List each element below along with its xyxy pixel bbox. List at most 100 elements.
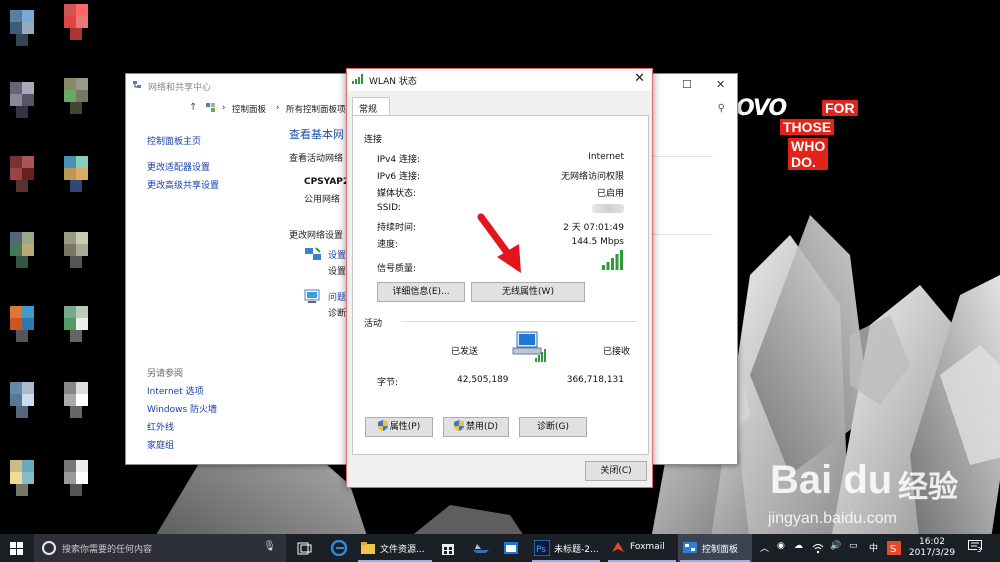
breadcrumb-sep-icon: › xyxy=(222,103,226,113)
qq-icon[interactable]: ◉ xyxy=(777,541,785,562)
desktop-icon[interactable] xyxy=(64,306,98,342)
up-arrow-icon[interactable]: ↑ xyxy=(189,102,197,113)
close-button[interactable]: 关闭(C) xyxy=(585,461,647,481)
edge-browser-icon[interactable] xyxy=(331,540,347,556)
connection-heading: 连接 xyxy=(364,135,383,145)
volume-icon[interactable]: 🔊 xyxy=(830,541,841,562)
search-icon[interactable]: ⚲ xyxy=(718,103,725,114)
see-also-heading: 另请参阅 xyxy=(147,369,184,379)
details-button[interactable]: 详细信息(E)... xyxy=(377,282,465,302)
taskbar-photoshop[interactable]: Ps 未标题-2... xyxy=(530,534,602,562)
cp-title: 网络和共享中心 xyxy=(148,83,212,93)
clock-time: 16:02 xyxy=(919,537,945,547)
see-also-internet-options[interactable]: Internet 选项 xyxy=(147,384,204,397)
windows-start-icon[interactable] xyxy=(10,542,23,555)
control-panel-icon xyxy=(683,542,697,553)
setup-connection-link[interactable]: 设置 xyxy=(328,248,346,261)
taskbar-search-box[interactable]: 搜索你需要的任何内容 🎙 xyxy=(34,534,286,562)
desktop-icon[interactable] xyxy=(64,4,98,40)
divider xyxy=(651,234,713,235)
maximize-icon[interactable]: ☐ xyxy=(682,78,692,91)
notification-count: 3 xyxy=(977,546,982,554)
desktop-icon[interactable] xyxy=(64,78,98,114)
cortana-icon[interactable] xyxy=(42,541,56,555)
see-also-infrared[interactable]: 红外线 xyxy=(147,420,174,433)
ship-app-icon[interactable] xyxy=(472,542,490,554)
desktop-icon[interactable] xyxy=(64,460,98,496)
task-view-icon[interactable] xyxy=(297,542,313,555)
media-state-value: 已启用 xyxy=(596,189,624,199)
desktop-icon[interactable] xyxy=(10,156,44,192)
sogou-ime-icon[interactable]: S xyxy=(887,541,901,555)
setup-connection-desc: 设置 xyxy=(328,267,347,277)
input-method-switch-icon[interactable]: ▭ xyxy=(849,541,858,562)
desktop-icon[interactable] xyxy=(10,232,44,268)
disable-button[interactable]: 禁用(D) xyxy=(443,417,509,437)
breadcrumb-sep-icon: › xyxy=(276,103,280,113)
close-icon[interactable]: ✕ xyxy=(634,71,645,86)
troubleshoot-desc: 诊断 xyxy=(328,309,347,319)
network-icon xyxy=(133,81,141,88)
desktop-icon[interactable] xyxy=(64,232,98,268)
nav-cp-home[interactable]: 控制面板主页 xyxy=(147,134,201,147)
speed-label: 速度: xyxy=(377,240,399,250)
ime-indicator[interactable]: 中 xyxy=(869,541,878,562)
bytes-sent-value: 42,505,189 xyxy=(457,375,509,385)
setup-connection-icon xyxy=(305,247,321,260)
ipv6-label: IPv6 连接: xyxy=(377,172,421,182)
troubleshoot-link[interactable]: 问题 xyxy=(328,290,346,303)
breadcrumb-all-items[interactable]: 所有控制面板项 xyxy=(286,103,346,115)
desktop-icon[interactable] xyxy=(10,382,44,418)
ssid-value-blurred xyxy=(592,204,624,213)
nav-change-adapter[interactable]: 更改适配器设置 xyxy=(147,160,210,173)
properties-button[interactable]: 属性(P) xyxy=(365,417,433,437)
cloud-icon[interactable]: ☁ xyxy=(794,541,803,562)
desktop-icon[interactable] xyxy=(10,306,44,342)
see-also-firewall[interactable]: Windows 防火墙 xyxy=(147,402,217,415)
red-arrow-annotation xyxy=(477,213,521,273)
microphone-icon[interactable]: 🎙 xyxy=(263,541,276,552)
taskbar-foxmail[interactable]: Foxmail xyxy=(606,534,678,562)
taskbar-control-panel[interactable]: 控制面板 xyxy=(678,534,752,562)
wifi-tray-icon[interactable] xyxy=(812,542,824,554)
baidu-jingyan: 经验 xyxy=(898,470,958,505)
show-hidden-icons-icon[interactable]: ︿ xyxy=(760,541,769,562)
disable-label: 禁用(D) xyxy=(466,422,498,432)
desktop-icon[interactable] xyxy=(10,82,44,118)
taskbar-label: 未标题-2... xyxy=(554,545,599,555)
properties-label: 属性(P) xyxy=(389,422,421,432)
baidu-url: jingyan.baidu.com xyxy=(768,510,897,527)
diagnose-button[interactable]: 诊断(G) xyxy=(519,417,587,437)
network-name: CPSYAP2 xyxy=(304,177,350,187)
desktop-icon[interactable] xyxy=(64,382,98,418)
clock-date: 2017/3/29 xyxy=(908,548,956,558)
desktop-icon[interactable] xyxy=(64,156,98,192)
sent-label: 已发送 xyxy=(451,347,479,357)
brand-tagline-3: WHO DO. xyxy=(788,138,829,170)
taskbar-label: Foxmail xyxy=(630,542,665,552)
svg-text:Ps: Ps xyxy=(536,545,546,555)
store-icon[interactable] xyxy=(440,540,456,556)
remote-desktop-icon[interactable] xyxy=(503,540,519,556)
ipv4-label: IPv4 连接: xyxy=(377,155,421,165)
breadcrumb-control-panel[interactable]: 控制面板 xyxy=(232,103,266,115)
control-panel-icon xyxy=(206,103,215,112)
brand-tagline-1: FOR xyxy=(822,100,858,116)
see-also-homegroup[interactable]: 家庭组 xyxy=(147,438,174,451)
system-clock[interactable]: 16:02 2017/3/29 xyxy=(907,537,957,559)
desktop-icon[interactable] xyxy=(10,10,44,46)
svg-text:S: S xyxy=(890,544,896,555)
general-panel: 连接 IPv4 连接: Internet IPv6 连接: 无网络访问权限 媒体… xyxy=(352,115,649,455)
close-icon[interactable]: ✕ xyxy=(716,78,725,91)
media-state-label: 媒体状态: xyxy=(377,189,417,199)
nav-advanced-sharing[interactable]: 更改高级共享设置 xyxy=(147,178,219,191)
network-type: 公用网络 xyxy=(304,195,341,205)
action-center-icon[interactable]: 3 xyxy=(968,540,986,556)
taskbar-file-explorer[interactable]: 文件资源... xyxy=(356,534,434,562)
tab-general[interactable]: 常规 xyxy=(352,97,390,116)
desktop-icon[interactable] xyxy=(10,460,44,496)
wireless-properties-button[interactable]: 无线属性(W) xyxy=(471,282,585,302)
duration-label: 持续时间: xyxy=(377,223,417,233)
baidu-watermark: Bai du 经验 jingyan.baidu.com xyxy=(768,458,958,527)
ipv4-value: Internet xyxy=(588,152,624,162)
